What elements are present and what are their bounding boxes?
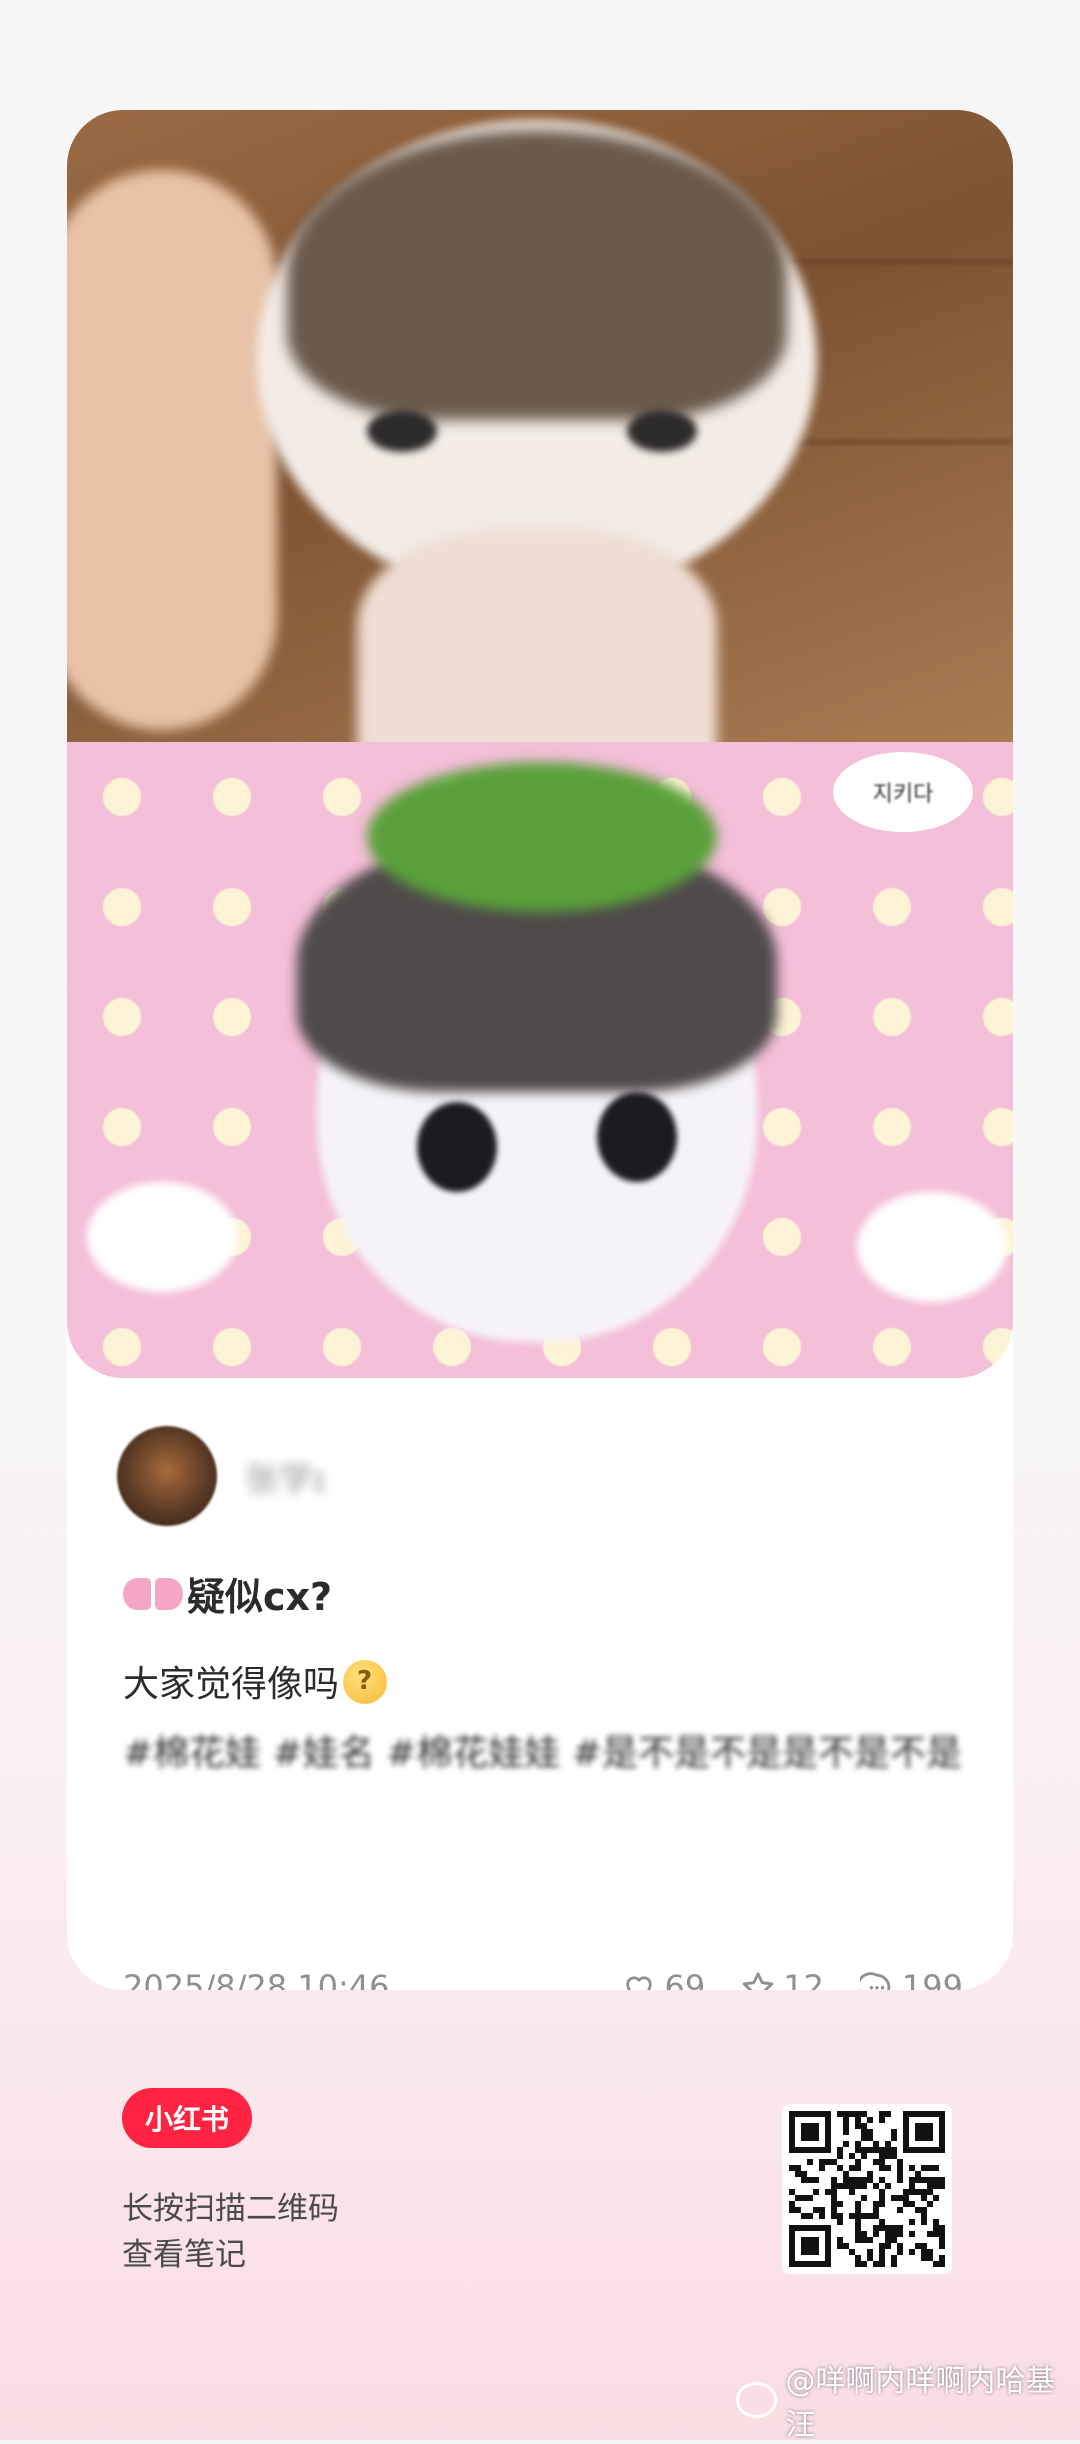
post-description: 大家觉得像吗 <box>123 1664 340 1705</box>
hand-shape <box>67 170 277 730</box>
post-stats: 69 12 199 <box>586 1968 963 1990</box>
post-photo-bottom[interactable]: 지키다 <box>67 742 1013 1378</box>
xiaohongshu-logo: 小红书 <box>122 2088 252 2148</box>
comment-icon <box>859 1972 891 1990</box>
post-title: 疑似cx? <box>187 1575 333 1619</box>
post-title-row: 疑似cx? <box>123 1566 332 1621</box>
post-photo-top[interactable] <box>67 110 1013 742</box>
like-stat[interactable]: 69 <box>622 1968 705 1990</box>
post-tags[interactable]: #棉花娃 #娃名 #棉花娃娃 #是不是不是是不是不是 <box>123 1722 963 1786</box>
strawberry-leaf <box>367 762 717 912</box>
scan-hint-line1: 长按扫描二维码 <box>122 2191 339 2227</box>
weibo-watermark: @咩啊内咩啊内哈基汪 <box>736 2356 1080 2444</box>
author-name[interactable]: 张学ɪ <box>245 1452 326 1501</box>
author-row[interactable]: 张学ɪ <box>117 1426 326 1526</box>
star-icon <box>742 1972 774 1990</box>
collect-stat[interactable]: 12 <box>741 1968 824 1990</box>
weibo-icon <box>736 2382 778 2418</box>
heart-icon <box>626 1976 653 1990</box>
wing-right <box>857 1192 1007 1302</box>
scan-hint-line2: 查看笔记 <box>122 2237 246 2273</box>
note-card: 지키다 张学ɪ 疑似cx? 大家觉得像吗 #棉花娃 #娃名 #棉花娃娃 #是不是… <box>67 110 1013 1990</box>
doll-eye-left <box>367 410 437 452</box>
watermark-text: @咩啊内咩啊内哈基汪 <box>785 2364 1056 2443</box>
comment-stat[interactable]: 199 <box>859 1968 963 1990</box>
doll-eye-left <box>417 1102 497 1192</box>
qr-code-pattern <box>789 2111 945 2267</box>
comment-count: 199 <box>901 1968 963 1990</box>
qr-code[interactable] <box>782 2104 952 2274</box>
speech-bubble: 지키다 <box>833 752 973 832</box>
scan-hint: 长按扫描二维码 查看笔记 <box>122 2186 339 2278</box>
post-date: 2025/8/28 10:46 <box>123 1968 390 1990</box>
wing-left <box>87 1182 237 1292</box>
avatar[interactable] <box>117 1426 217 1526</box>
speech-bubble-text: 지키다 <box>872 782 934 807</box>
doll-eye-right <box>627 410 697 452</box>
like-count: 69 <box>664 1968 706 1990</box>
ribbon-bow-icon <box>123 1574 183 1614</box>
thinking-face-icon <box>343 1660 388 1704</box>
collect-count: 12 <box>783 1968 824 1990</box>
doll-eye-right <box>597 1092 677 1182</box>
post-description-row: 大家觉得像吗 <box>123 1655 388 1707</box>
doll-body <box>357 530 717 742</box>
doll-hair <box>287 130 787 420</box>
